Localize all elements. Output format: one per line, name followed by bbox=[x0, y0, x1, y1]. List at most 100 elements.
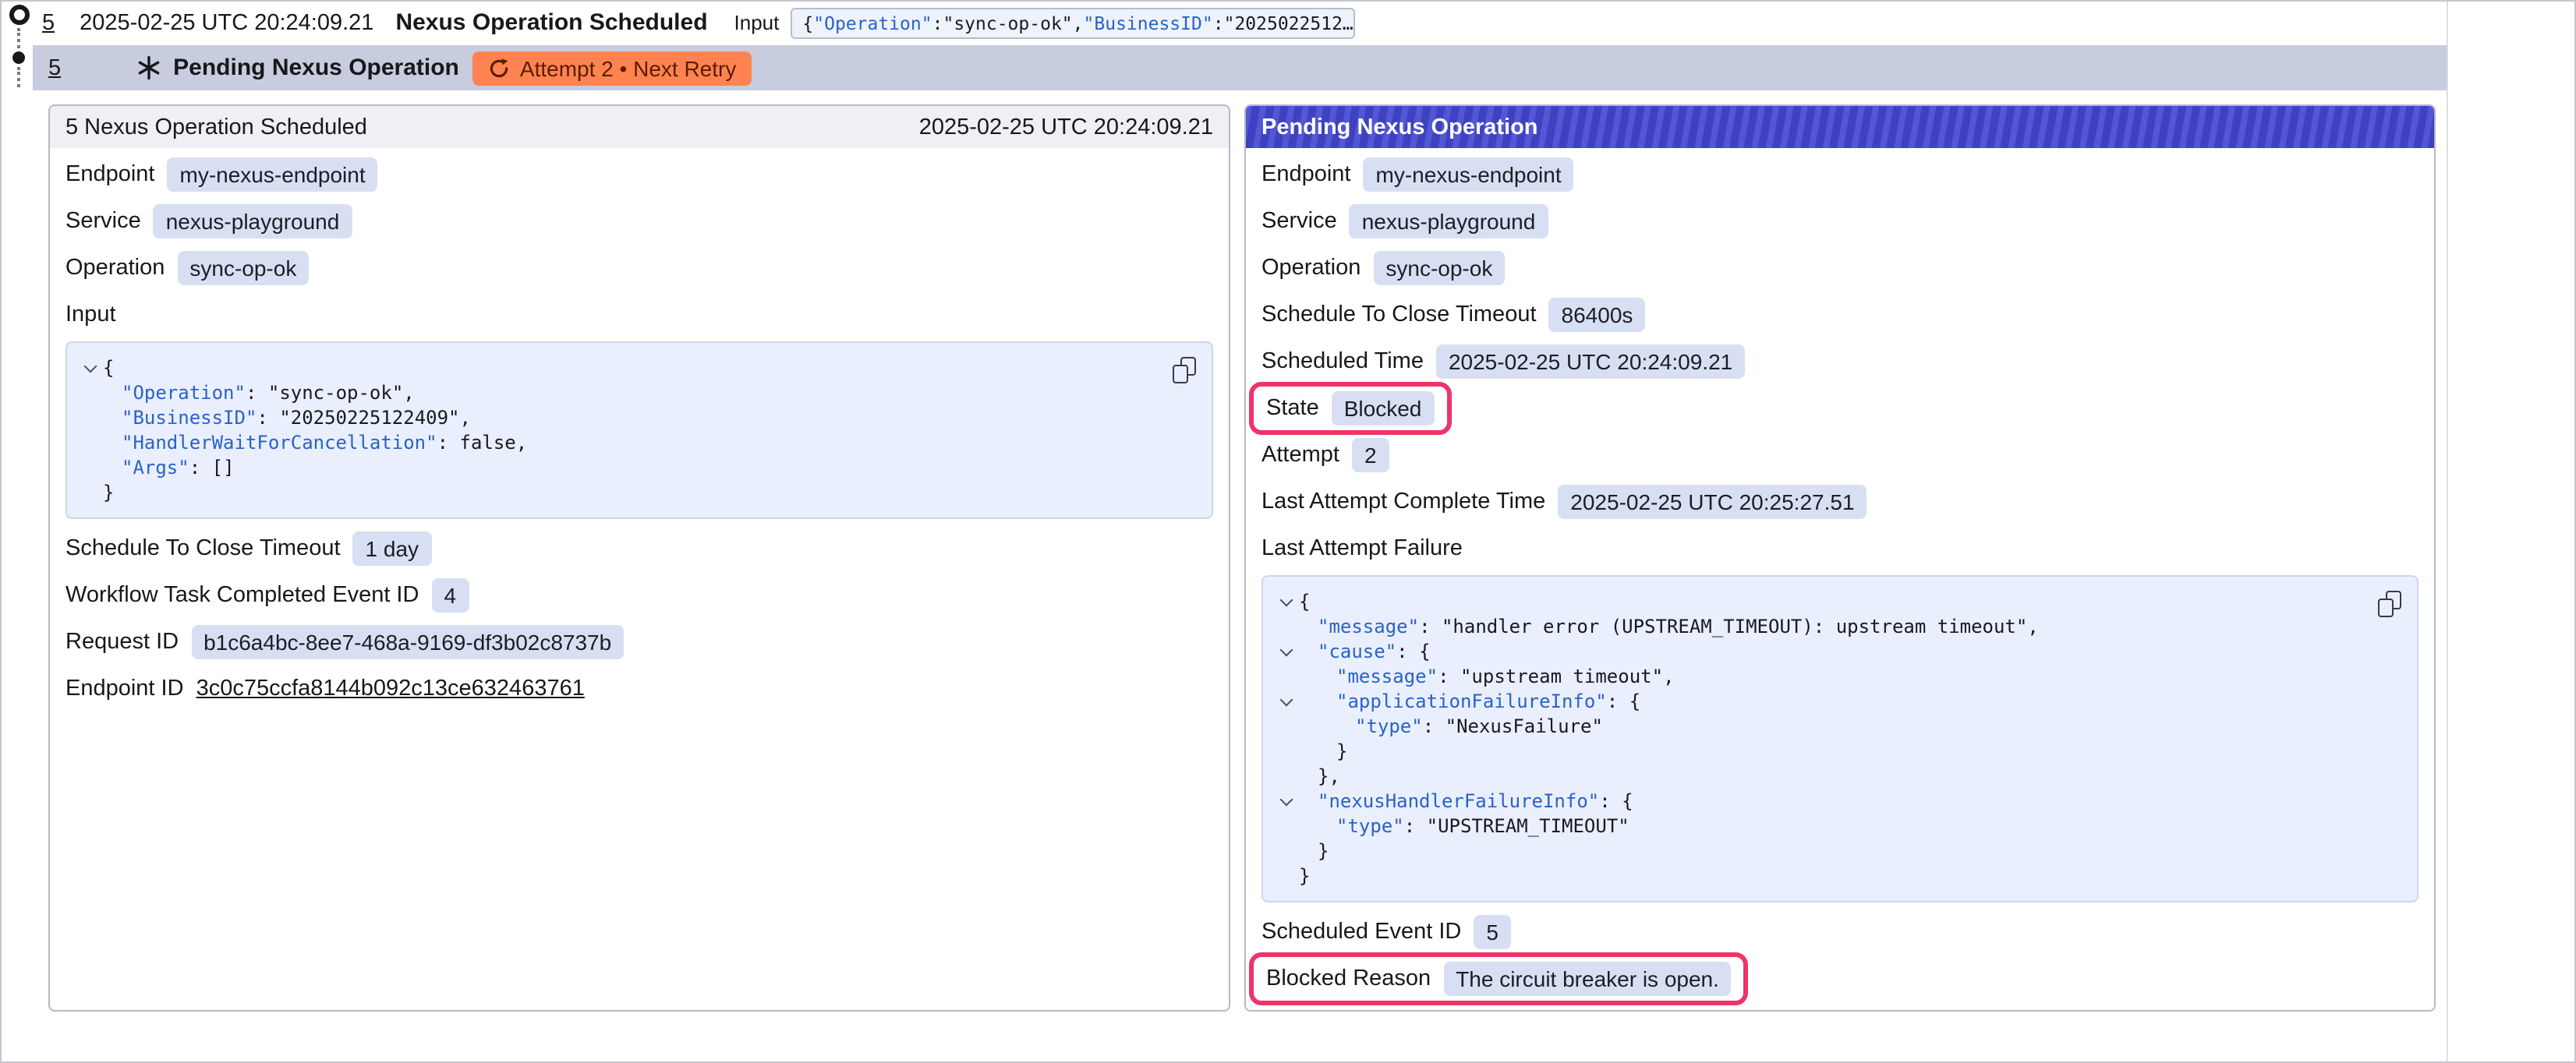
collapse-toggle[interactable] bbox=[1272, 789, 1299, 814]
json-token: "type" bbox=[1355, 715, 1423, 737]
json-token: "20250225122409" bbox=[279, 407, 459, 429]
json-token: : bbox=[1419, 616, 1442, 637]
detail-row: Endpoint ID 3c0c75ccfa8144b092c13ce632463… bbox=[65, 672, 1213, 706]
json-line-text: "BusinessID": "20250225122409", bbox=[103, 405, 471, 430]
json-token: { bbox=[802, 12, 813, 34]
field-label: Schedule To Close Timeout bbox=[1261, 302, 1537, 327]
json-token: { bbox=[1419, 641, 1430, 662]
collapse-toggle[interactable] bbox=[76, 355, 103, 380]
json-line-text: "Args": [] bbox=[103, 455, 235, 480]
event-detail-panel: 5 Nexus Operation Scheduled 2025-02-25 U… bbox=[48, 104, 1230, 1012]
gutter-space bbox=[1272, 614, 1299, 639]
field-label: Operation bbox=[65, 256, 165, 281]
field-value-badge: nexus-playground bbox=[1350, 204, 1548, 238]
json-line-text: { bbox=[1299, 589, 1310, 614]
collapse-toggle[interactable] bbox=[1272, 589, 1299, 614]
json-line-text: "HandlerWaitForCancellation": false, bbox=[103, 430, 527, 455]
json-token: "HandlerWaitForCancellation" bbox=[122, 432, 437, 454]
pending-event-id-link[interactable]: 5 bbox=[48, 55, 61, 80]
event-summary-row[interactable]: 5 2025-02-25 UTC 20:24:09.21 Nexus Opera… bbox=[42, 2, 1354, 44]
json-line: "type": "UPSTREAM_TIMEOUT" bbox=[1272, 814, 2401, 839]
field-value-badge: Blocked bbox=[1332, 391, 1435, 426]
json-token: "Args" bbox=[122, 457, 189, 479]
field-group: Schedule To Close Timeout1 dayWorkflow T… bbox=[65, 532, 1213, 706]
field-label: Service bbox=[65, 209, 141, 234]
json-line-text: "applicationFailureInfo": { bbox=[1299, 689, 1640, 714]
gutter-space bbox=[1272, 714, 1299, 739]
input-json-viewer: {"Operation": "sync-op-ok","BusinessID":… bbox=[65, 341, 1213, 519]
json-token: } bbox=[1299, 865, 1310, 887]
detail-row: Scheduled Time 2025-02-25 UTC 20:24:09.21 bbox=[1261, 344, 2419, 379]
json-line: } bbox=[76, 480, 1196, 505]
detail-row: Blocked ReasonThe circuit breaker is ope… bbox=[1261, 962, 2419, 996]
field-value-link[interactable]: 3c0c75ccfa8144b092c13ce632463761 bbox=[196, 676, 585, 701]
json-token: "cause" bbox=[1318, 641, 1396, 662]
json-line: } bbox=[1272, 739, 2401, 764]
pending-operation-body: Endpointmy-nexus-endpointServicenexus-pl… bbox=[1246, 157, 2434, 1008]
gutter-space bbox=[1272, 664, 1299, 689]
field-value-badge: nexus-playground bbox=[154, 204, 352, 238]
json-token: : bbox=[1607, 690, 1629, 712]
detail-row: Last Attempt Complete Time2025-02-25 UTC… bbox=[1261, 485, 2419, 519]
event-timestamp: 2025-02-25 UTC 20:24:09.21 bbox=[80, 10, 373, 35]
json-token: { bbox=[103, 357, 114, 379]
json-line-text: } bbox=[1299, 839, 1329, 863]
gutter-space bbox=[76, 480, 103, 505]
event-detail-body: Endpointmy-nexus-endpointServicenexus-pl… bbox=[50, 157, 1229, 719]
json-token: "message" bbox=[1318, 616, 1419, 637]
field-group: Scheduled Event ID5Blocked ReasonThe cir… bbox=[1261, 915, 2419, 996]
chevron-down-icon bbox=[1279, 594, 1293, 607]
json-token: "2025022512… bbox=[1224, 12, 1353, 34]
gutter-space bbox=[76, 455, 103, 480]
json-token: : bbox=[437, 432, 460, 454]
field-label: Scheduled Time bbox=[1261, 349, 1424, 374]
field-value-badge: sync-op-ok bbox=[177, 251, 309, 285]
timeline-rail bbox=[6, 5, 31, 90]
copy-icon bbox=[1173, 365, 1188, 383]
field-value-badge: 5 bbox=[1474, 915, 1511, 949]
pending-operation-panel: Pending Nexus Operation Endpointmy-nexus… bbox=[1244, 104, 2436, 1012]
event-detail-title: 5 Nexus Operation Scheduled bbox=[65, 115, 367, 139]
pending-operation-row[interactable]: 5 Pending Nexus Operation Attempt 2 • Ne… bbox=[33, 45, 2447, 90]
json-token: }, bbox=[1318, 765, 1340, 787]
detail-row: Attempt2 bbox=[1261, 438, 2419, 472]
field-label: Request ID bbox=[65, 630, 179, 655]
json-token: "Operation" bbox=[813, 12, 932, 34]
field-value-badge: 2025-02-25 UTC 20:24:09.21 bbox=[1436, 344, 1745, 379]
json-lines: {"message": "handler error (UPSTREAM_TIM… bbox=[1272, 589, 2401, 888]
json-token: : bbox=[257, 407, 279, 429]
json-line: }, bbox=[1272, 764, 2401, 789]
field-value-badge: 1 day bbox=[353, 532, 432, 566]
json-token: } bbox=[103, 482, 114, 503]
field-value-badge: my-nexus-endpoint bbox=[1364, 157, 1574, 192]
copy-button[interactable] bbox=[1173, 357, 1196, 383]
json-token: "applicationFailureInfo" bbox=[1336, 690, 1607, 712]
json-line: "nexusHandlerFailureInfo": { bbox=[1272, 789, 2401, 814]
annotation-highlight: StateBlocked bbox=[1249, 382, 1451, 435]
input-label: Input bbox=[734, 11, 780, 34]
event-id-link[interactable]: 5 bbox=[42, 10, 55, 35]
json-line: "message": "upstream timeout", bbox=[1272, 664, 2401, 689]
json-line: "Args": [] bbox=[76, 455, 1196, 480]
field-label: Endpoint bbox=[1261, 162, 1351, 187]
collapse-toggle[interactable] bbox=[1272, 639, 1299, 664]
retry-attempt-badge: Attempt 2 • Next Retry bbox=[473, 51, 752, 85]
json-token: : bbox=[1213, 12, 1224, 34]
timeline-dotted-connector bbox=[17, 28, 20, 48]
json-line-text: "Operation": "sync-op-ok", bbox=[103, 380, 415, 405]
annotation-highlight: Blocked ReasonThe circuit breaker is ope… bbox=[1249, 952, 1749, 1005]
json-line: "type": "NexusFailure" bbox=[1272, 714, 2401, 739]
collapse-toggle[interactable] bbox=[1272, 689, 1299, 714]
json-token: } bbox=[1318, 840, 1329, 862]
input-preview-chip[interactable]: {"Operation":"sync-op-ok","BusinessID":"… bbox=[790, 7, 1354, 38]
json-token: , bbox=[403, 382, 414, 404]
field-label: Endpoint ID bbox=[65, 676, 184, 701]
json-token: "type" bbox=[1336, 815, 1404, 837]
json-token: : bbox=[1423, 715, 1445, 737]
gutter-space bbox=[1272, 839, 1299, 863]
copy-button[interactable] bbox=[2378, 591, 2401, 617]
json-token: "UPSTREAM_TIMEOUT" bbox=[1427, 815, 1629, 837]
timeline-dotted-connector bbox=[17, 67, 20, 87]
field-label: Workflow Task Completed Event ID bbox=[65, 583, 419, 608]
json-token: "sync-op-ok" bbox=[268, 382, 403, 404]
